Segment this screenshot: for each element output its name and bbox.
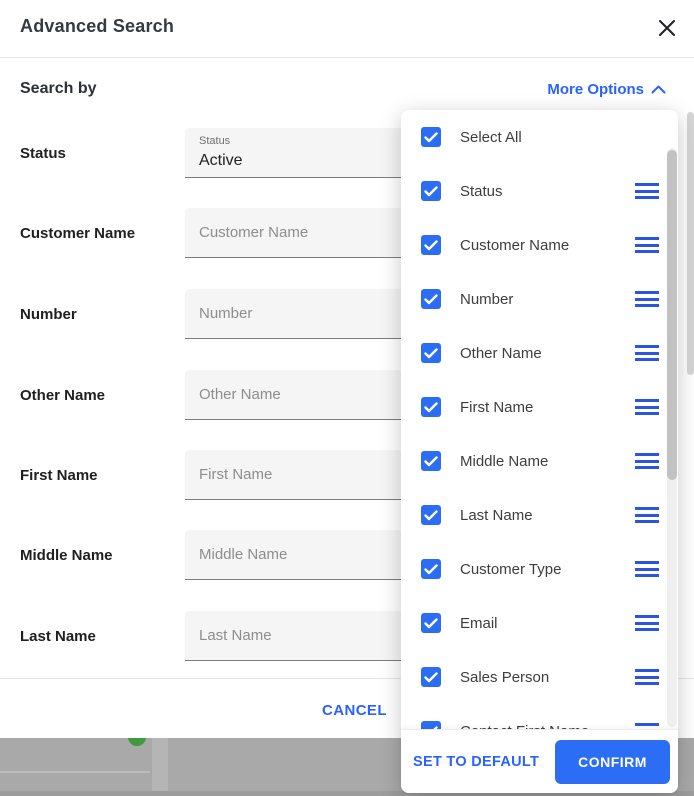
options-list: Select All Status Customer Name Number O… [401, 110, 678, 729]
more-options-label: More Options [547, 80, 644, 98]
background-divider [0, 771, 150, 773]
drag-handle-icon[interactable] [635, 183, 659, 199]
customer-type-checkbox[interactable] [421, 559, 441, 579]
option-label: First Name [460, 398, 534, 416]
field-label: Number [20, 305, 77, 323]
check-icon [424, 401, 438, 412]
page-title: Advanced Search [20, 16, 175, 36]
option-customer-type[interactable]: Customer Type [401, 542, 678, 596]
background-green-dot [128, 738, 146, 746]
drag-handle-icon[interactable] [635, 399, 659, 415]
email-checkbox[interactable] [421, 613, 441, 633]
background-divider [152, 738, 168, 796]
option-label: Select All [460, 128, 522, 146]
check-icon [424, 239, 438, 250]
drag-handle-icon[interactable] [635, 453, 659, 469]
option-other-name[interactable]: Other Name [401, 326, 678, 380]
option-label: Customer Type [460, 560, 562, 578]
option-label: Status [460, 182, 503, 200]
option-customer-name[interactable]: Customer Name [401, 218, 678, 272]
field-label: Status [20, 144, 66, 162]
option-status[interactable]: Status [401, 164, 678, 218]
option-label: Sales Person [460, 668, 550, 686]
field-label: First Name [20, 466, 98, 484]
check-icon [424, 509, 438, 520]
option-number[interactable]: Number [401, 272, 678, 326]
check-icon [424, 563, 438, 574]
drag-handle-icon[interactable] [635, 237, 659, 253]
status-checkbox[interactable] [421, 181, 441, 201]
confirm-button[interactable]: CONFIRM [555, 739, 670, 784]
field-label: Other Name [20, 386, 106, 404]
set-to-default-button[interactable]: SET TO DEFAULT [411, 748, 541, 776]
option-label: Last Name [460, 506, 533, 524]
option-contact-first-name[interactable]: Contact First Name [401, 704, 678, 729]
customer-name-checkbox[interactable] [421, 235, 441, 255]
drag-handle-icon[interactable] [635, 669, 659, 685]
field-label: Customer Name [20, 224, 136, 242]
option-sales-person[interactable]: Sales Person [401, 650, 678, 704]
other-name-checkbox[interactable] [421, 343, 441, 363]
option-last-name[interactable]: Last Name [401, 488, 678, 542]
sales-person-checkbox[interactable] [421, 667, 441, 687]
field-label: Last Name [20, 627, 96, 645]
drag-handle-icon[interactable] [635, 561, 659, 577]
check-icon [424, 671, 438, 682]
option-label: Middle Name [460, 452, 549, 470]
more-options-toggle[interactable]: More Options [547, 81, 666, 98]
option-label: Customer Name [460, 236, 570, 254]
dialog-scrollbar[interactable] [687, 112, 694, 375]
number-checkbox[interactable] [421, 289, 441, 309]
check-icon [424, 455, 438, 466]
drag-handle-icon[interactable] [635, 291, 659, 307]
first-name-checkbox[interactable] [421, 397, 441, 417]
check-icon [424, 185, 438, 196]
option-label: Other Name [460, 344, 542, 362]
option-label: Email [460, 614, 498, 632]
options-scrollbar-thumb[interactable] [667, 150, 677, 480]
contact-first-name-checkbox[interactable] [421, 721, 441, 729]
search-by-label: Search by [20, 80, 97, 97]
drag-handle-icon[interactable] [635, 615, 659, 631]
options-panel-footer: SET TO DEFAULT CONFIRM [401, 729, 678, 793]
field-label: Middle Name [20, 546, 113, 564]
search-by-row: Search by More Options [20, 76, 666, 102]
option-label: Number [460, 290, 514, 308]
header-divider [0, 57, 694, 58]
status-float-label: Status [199, 135, 231, 147]
option-email[interactable]: Email [401, 596, 678, 650]
check-icon [424, 131, 438, 142]
more-options-panel: Select All Status Customer Name Number O… [401, 110, 678, 793]
last-name-checkbox[interactable] [421, 505, 441, 525]
middle-name-checkbox[interactable] [421, 451, 441, 471]
chevron-up-icon [651, 85, 666, 93]
option-select-all[interactable]: Select All [401, 110, 678, 164]
check-icon [424, 347, 438, 358]
option-middle-name[interactable]: Middle Name [401, 434, 678, 488]
option-first-name[interactable]: First Name [401, 380, 678, 434]
check-icon [424, 617, 438, 628]
select-all-checkbox[interactable] [421, 127, 441, 147]
close-icon[interactable] [654, 15, 680, 41]
drag-handle-icon[interactable] [635, 345, 659, 361]
cancel-button[interactable]: CANCEL [322, 698, 387, 722]
drag-handle-icon[interactable] [635, 507, 659, 523]
check-icon [424, 293, 438, 304]
